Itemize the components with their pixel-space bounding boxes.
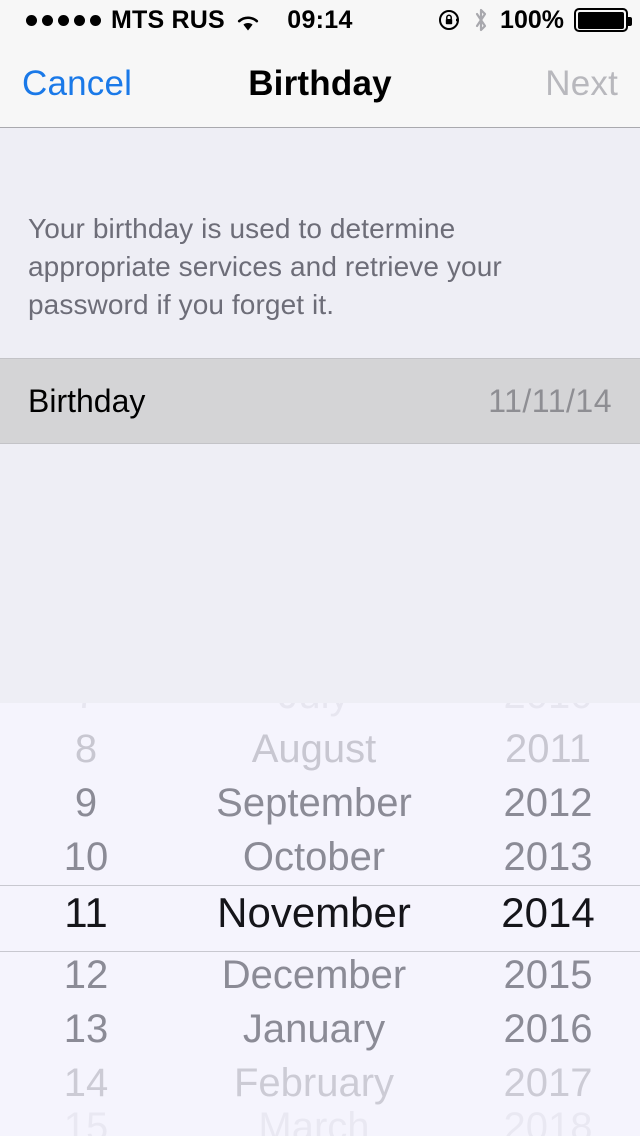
bluetooth-icon bbox=[472, 7, 490, 33]
date-picker-year-option[interactable]: 2013 bbox=[456, 835, 640, 880]
birthday-row[interactable]: Birthday 11/11/14 bbox=[0, 358, 640, 444]
birthday-explanation-text: Your birthday is used to determine appro… bbox=[28, 213, 502, 320]
battery-percentage: 100% bbox=[500, 5, 564, 34]
phone-screen: MTS RUS 09:14 100% Cancel Birthday Next … bbox=[0, 0, 640, 1136]
date-picker-month-option[interactable]: January bbox=[172, 1007, 456, 1052]
date-picker-day-option[interactable]: 13 bbox=[0, 1007, 172, 1052]
page-title: Birthday bbox=[248, 63, 392, 103]
date-picker-day-option[interactable]: 11 bbox=[0, 889, 172, 937]
date-picker-month-option[interactable]: September bbox=[172, 781, 456, 826]
battery-full-icon bbox=[574, 8, 632, 32]
date-picker-month-option[interactable]: February bbox=[172, 1061, 456, 1106]
date-picker-year-option[interactable]: 2015 bbox=[456, 953, 640, 998]
date-picker-month-option[interactable]: July bbox=[172, 703, 456, 718]
status-bar-right: 100% bbox=[438, 0, 632, 40]
date-picker-day-option[interactable]: 9 bbox=[0, 781, 172, 826]
date-picker-day-option[interactable]: 7 bbox=[0, 703, 172, 718]
rotation-lock-icon bbox=[438, 8, 462, 32]
date-picker-year-option[interactable]: 2011 bbox=[456, 727, 640, 772]
date-picker-month-option[interactable]: August bbox=[172, 727, 456, 772]
date-picker-month-option[interactable]: October bbox=[172, 835, 456, 880]
date-picker-day-option[interactable]: 14 bbox=[0, 1061, 172, 1106]
date-picker-year-option[interactable]: 2014 bbox=[456, 889, 640, 937]
date-picker-month-option[interactable]: December bbox=[172, 953, 456, 998]
date-picker-day-option[interactable]: 15 bbox=[0, 1105, 172, 1136]
date-picker-year-column[interactable]: 2010 2011 2012 2013 2014 2015 2016 20172018 bbox=[456, 703, 640, 1136]
status-bar: MTS RUS 09:14 100% bbox=[0, 0, 640, 40]
birthday-row-label: Birthday bbox=[28, 382, 146, 419]
date-picker-year-option[interactable]: 2017 bbox=[456, 1061, 640, 1106]
date-picker-year-option[interactable]: 2018 bbox=[456, 1105, 640, 1136]
date-picker-month-column[interactable]: July August September October November Decemb… bbox=[172, 703, 456, 1136]
next-button[interactable]: Next bbox=[545, 64, 618, 104]
date-picker-day-option[interactable]: 8 bbox=[0, 727, 172, 772]
date-picker-day-option[interactable]: 10 bbox=[0, 835, 172, 880]
date-picker[interactable]: 7 8 9 10 11 12 13 1415 July August September Octob… bbox=[0, 703, 640, 1136]
date-picker-day-column[interactable]: 7 8 9 10 11 12 13 1415 bbox=[0, 703, 172, 1136]
date-picker-year-option[interactable]: 2010 bbox=[456, 703, 640, 718]
date-picker-day-option[interactable]: 12 bbox=[0, 953, 172, 998]
date-picker-month-option[interactable]: March bbox=[172, 1105, 456, 1136]
navigation-bar: Cancel Birthday Next bbox=[0, 40, 640, 128]
content-area: Your birthday is used to determine appro… bbox=[0, 128, 640, 703]
date-picker-month-option[interactable]: November bbox=[172, 889, 456, 937]
date-picker-year-option[interactable]: 2016 bbox=[456, 1007, 640, 1052]
date-picker-year-option[interactable]: 2012 bbox=[456, 781, 640, 826]
birthday-row-value: 11/11/14 bbox=[488, 382, 612, 419]
